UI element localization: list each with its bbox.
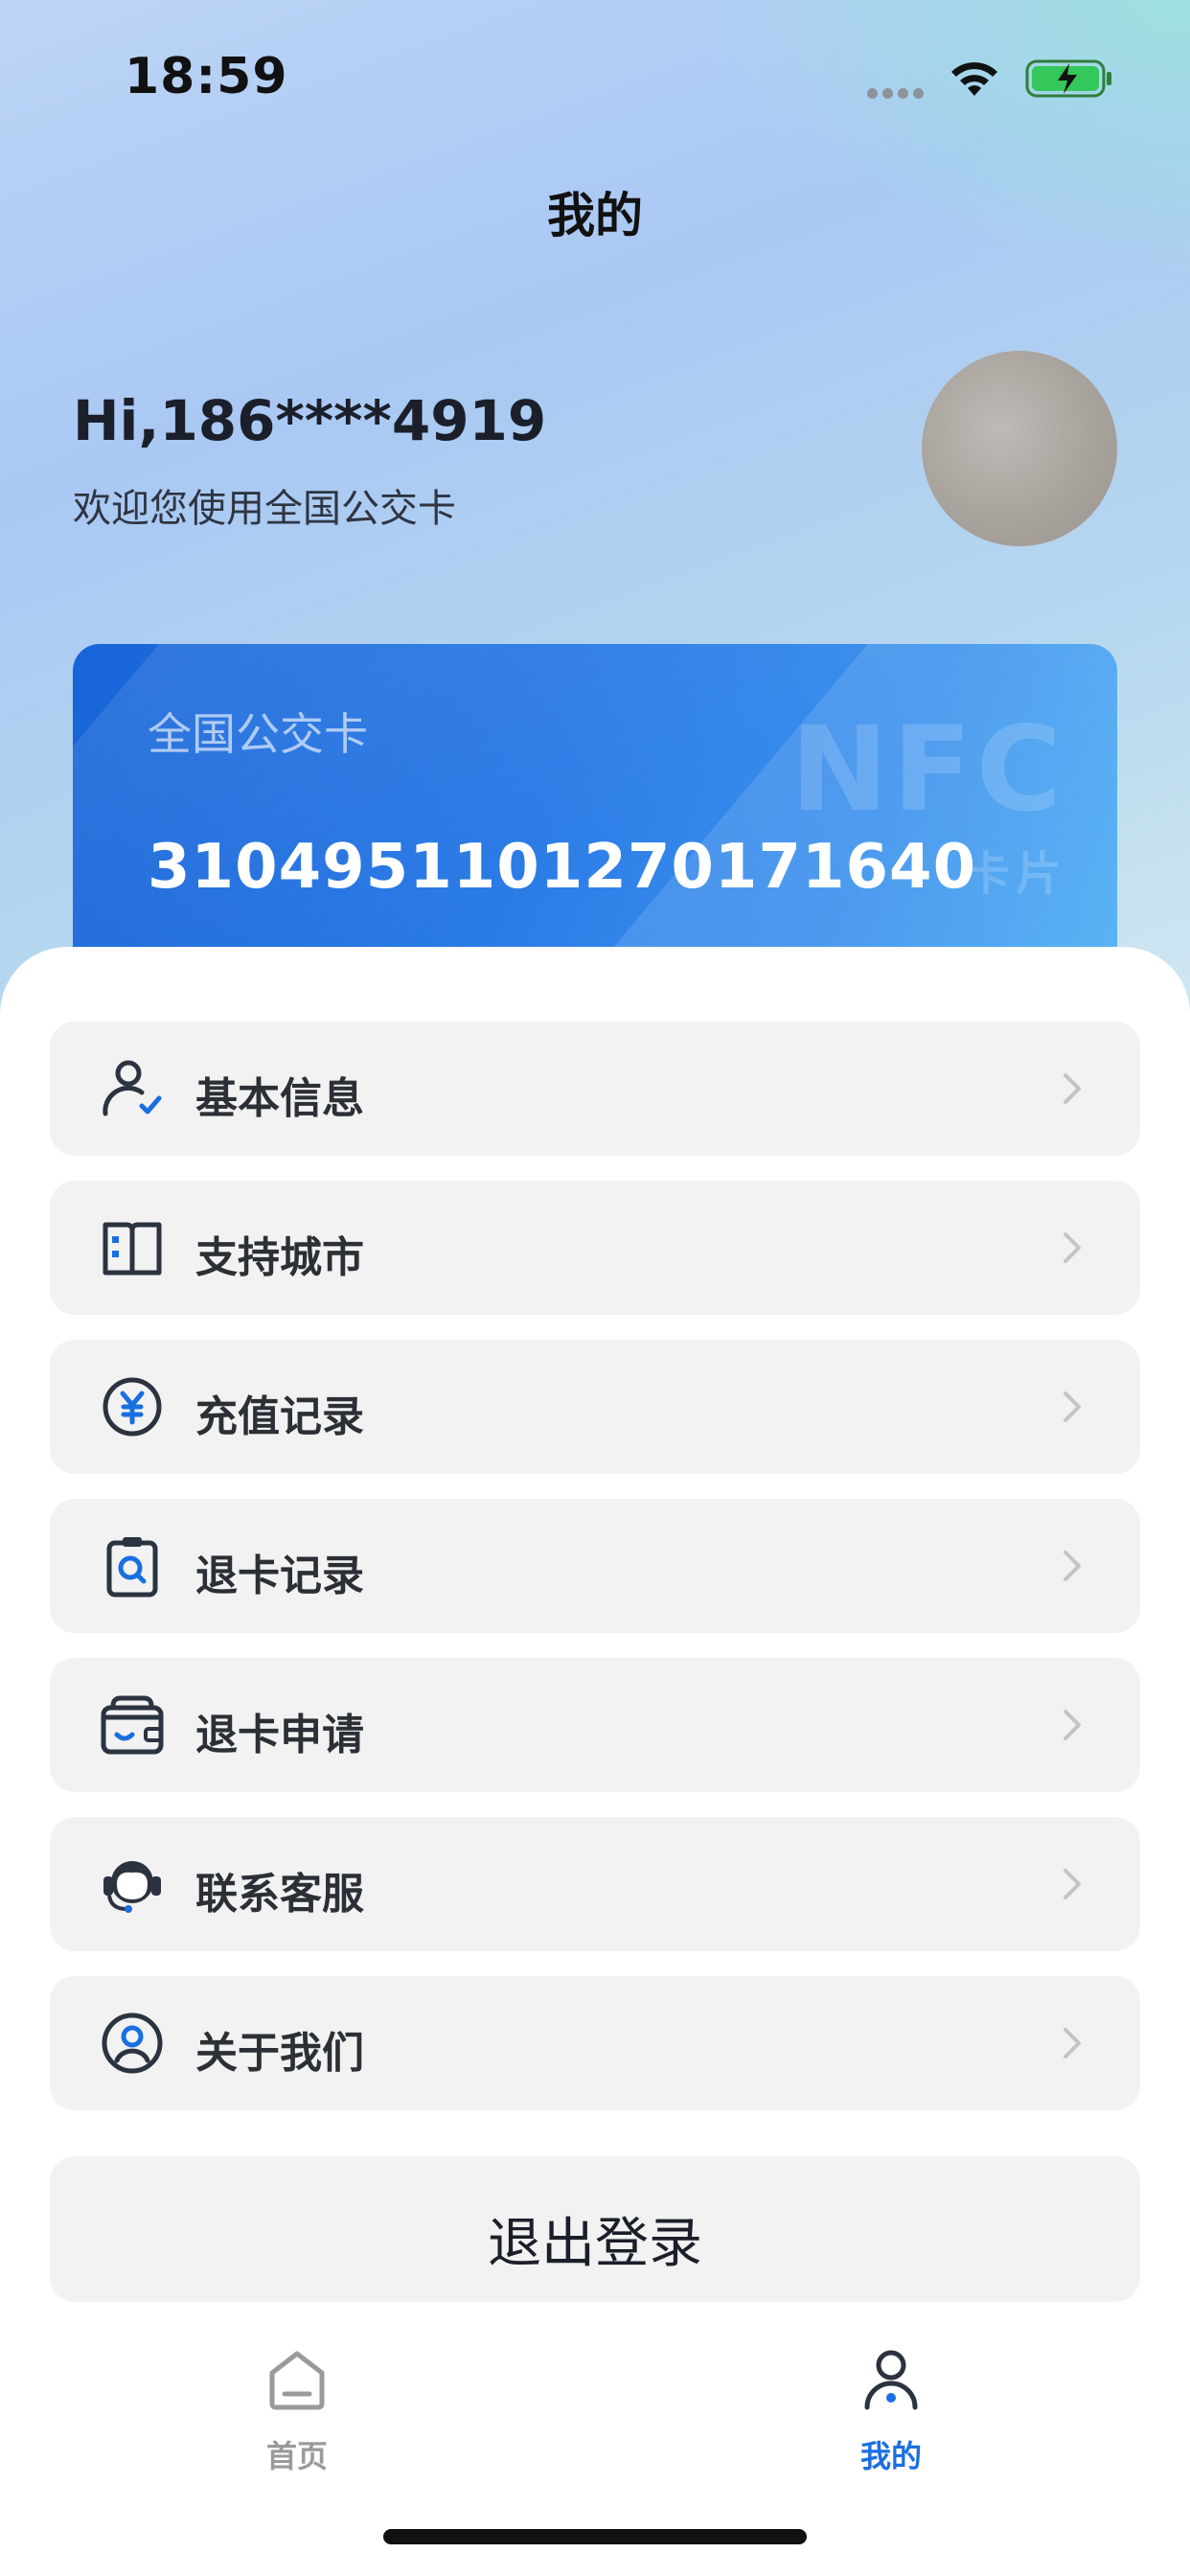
chevron-right-icon [1064, 1710, 1081, 1740]
menu-item-recharge-records[interactable]: 充值记录 [50, 1340, 1140, 1474]
headset-agent-icon [103, 1861, 161, 1913]
menu-item-refund-apply[interactable]: 退卡申请 [50, 1658, 1140, 1792]
card-number: 3104951101270171640 [148, 832, 977, 903]
tab-bar: 首页 我的 [0, 2319, 1190, 2492]
wifi-icon [951, 62, 997, 96]
tab-mine[interactable]: 我的 [747, 2319, 1035, 2492]
nfc-watermark: NFC [790, 702, 1065, 838]
person-icon [864, 2350, 918, 2410]
logout-button[interactable]: 退出登录 [50, 2156, 1140, 2302]
signal-dots-icon [867, 84, 930, 99]
menu-item-label: 充值记录 [195, 1392, 364, 1441]
clipboard-search-icon [106, 1537, 158, 1598]
chevron-right-icon [1064, 2028, 1081, 2058]
logout-label: 退出登录 [488, 2213, 702, 2275]
user-check-icon [103, 1060, 162, 1116]
menu-item-label: 退卡申请 [195, 1711, 364, 1760]
status-time: 18:59 [125, 48, 288, 105]
menu-item-customer-service[interactable]: 联系客服 [50, 1817, 1140, 1951]
transit-card[interactable]: 全国公交卡 3104951101270171640 NFC 卡片 [73, 644, 1117, 989]
chevron-right-icon [1064, 1551, 1081, 1581]
status-bar: 18:59 [0, 0, 1190, 144]
home-indicator[interactable] [383, 2529, 807, 2544]
menu-item-label: 联系客服 [195, 1870, 364, 1919]
wallet-smile-icon [101, 1695, 164, 1755]
chevron-right-icon [1064, 1869, 1081, 1899]
menu-item-label: 基本信息 [195, 1074, 364, 1123]
welcome-subtitle: 欢迎您使用全国公交卡 [73, 487, 456, 531]
menu-item-basic-info[interactable]: 基本信息 [50, 1022, 1140, 1156]
tab-label: 首页 [265, 2438, 328, 2474]
menu-item-label: 支持城市 [195, 1233, 364, 1282]
nfc-watermark-sub: 卡片 [963, 847, 1067, 901]
tab-label: 我的 [859, 2438, 922, 2474]
page-title: 我的 [547, 188, 643, 243]
user-circle-icon [102, 2012, 163, 2074]
menu-item-label: 关于我们 [195, 2029, 364, 2078]
chevron-right-icon [1064, 1392, 1081, 1422]
tab-home[interactable]: 首页 [153, 2319, 441, 2492]
menu-item-about-us[interactable]: 关于我们 [50, 1976, 1140, 2110]
menu-item-label: 退卡记录 [195, 1552, 364, 1600]
chevron-right-icon [1064, 1232, 1081, 1263]
avatar[interactable] [922, 351, 1117, 546]
menu-item-refund-records[interactable]: 退卡记录 [50, 1499, 1140, 1633]
card-label: 全国公交卡 [148, 708, 368, 760]
home-icon [269, 2351, 325, 2410]
city-book-icon [103, 1222, 162, 1276]
chevron-right-icon [1064, 1073, 1081, 1104]
yuan-circle-icon [103, 1377, 162, 1437]
greeting-text: Hi,186****4919 [73, 388, 547, 453]
menu-item-supported-cities[interactable]: 支持城市 [50, 1181, 1140, 1315]
battery-charging-icon [1025, 59, 1111, 98]
